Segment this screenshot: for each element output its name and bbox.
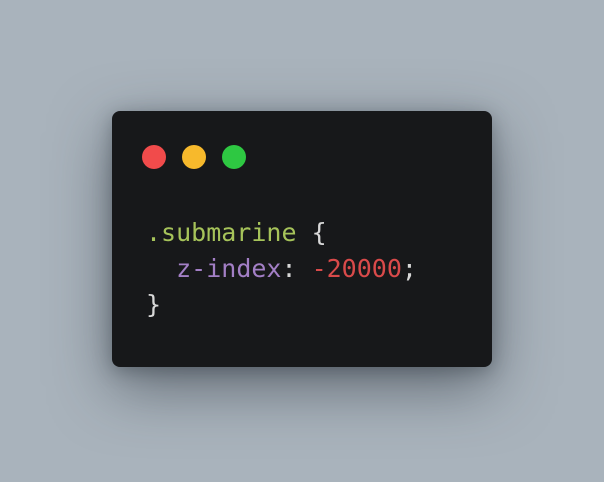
css-value: -20000 xyxy=(311,254,402,283)
code-line-3: } xyxy=(146,287,417,323)
code-line-2: z-index: -20000; xyxy=(146,251,417,287)
minimize-button[interactable] xyxy=(182,145,206,169)
colon: : xyxy=(281,254,312,283)
css-property: z-index xyxy=(176,254,282,283)
code-line-1: .submarine { xyxy=(146,215,417,251)
code-window: .submarine { z-index: -20000;} xyxy=(112,111,492,367)
close-button[interactable] xyxy=(142,145,166,169)
semicolon: ; xyxy=(401,254,417,283)
page-background: { "background_color": "#a9b3bc", "window… xyxy=(0,0,604,482)
css-selector: .submarine xyxy=(146,218,297,247)
window-controls xyxy=(142,145,246,169)
close-brace: } xyxy=(146,290,162,319)
maximize-button[interactable] xyxy=(222,145,246,169)
code-block: .submarine { z-index: -20000;} xyxy=(146,215,417,323)
open-brace: { xyxy=(296,218,327,247)
